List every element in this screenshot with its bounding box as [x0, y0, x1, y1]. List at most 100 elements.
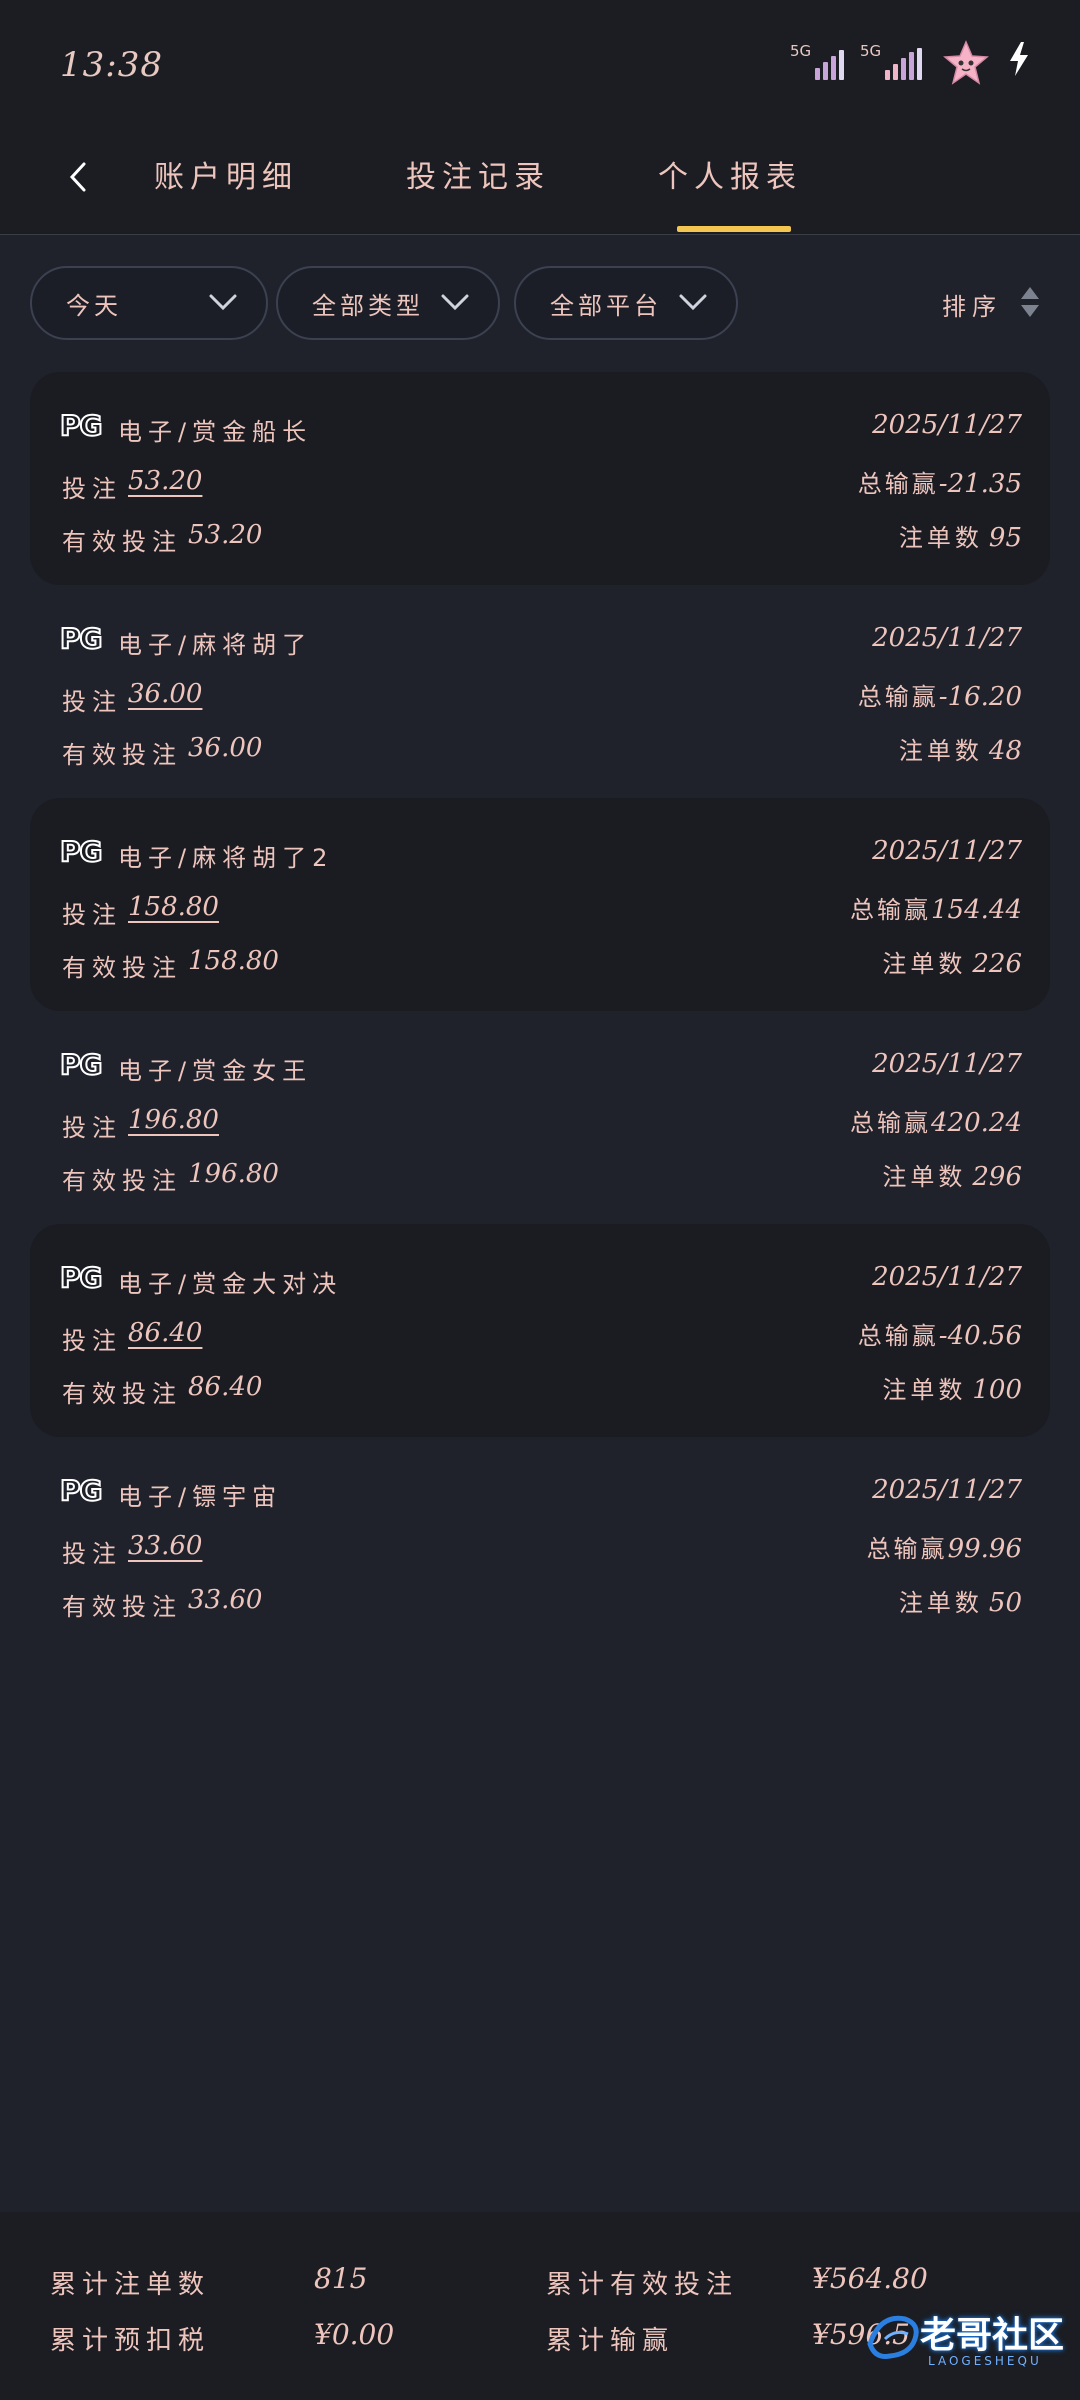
- tab-account-details[interactable]: 账户明细: [154, 150, 298, 206]
- total-valid-bet-value: ¥564.80: [812, 2262, 928, 2295]
- status-icons: 5G 5G: [790, 38, 1030, 88]
- watermark-subtext: LAOGESHEQU: [928, 2354, 1042, 2368]
- chevron-down-icon: [208, 290, 238, 314]
- bet-amount: 53.20: [128, 466, 203, 496]
- order-count: 注单数 50: [899, 1583, 1022, 1618]
- orders-label: 注单数: [898, 737, 983, 765]
- platform-filter-label: 全部平台: [550, 292, 662, 320]
- active-tab-indicator: [677, 226, 791, 232]
- report-row[interactable]: PG 电子/赏金大对决 2025/11/27 投注 86.40 有效投注 86.…: [30, 1224, 1050, 1437]
- tax-value: ¥0.00: [314, 2318, 395, 2351]
- tab-bet-records[interactable]: 投注记录: [406, 150, 550, 206]
- orders-value: 100: [972, 1375, 1022, 1405]
- total-winloss: 总输赢420.24: [850, 1103, 1022, 1138]
- report-row[interactable]: PG 电子/赏金船长 2025/11/27 投注 53.20 有效投注 53.2…: [30, 372, 1050, 585]
- order-count: 注单数 296: [882, 1157, 1022, 1192]
- valid-bet-amount: 158.80: [188, 946, 279, 976]
- valid-bet-label: 有效投注: [62, 954, 182, 982]
- charging-icon: [1008, 42, 1030, 84]
- platform-filter-dropdown[interactable]: 全部平台: [514, 266, 738, 340]
- winloss-value: 99.96: [947, 1534, 1022, 1564]
- winloss-label: 总输赢: [850, 896, 932, 924]
- clock: 13:38: [60, 45, 163, 85]
- orders-label: 注单数: [882, 950, 967, 978]
- bet-amount: 86.40: [128, 1318, 203, 1348]
- valid-bet-amount: 53.20: [188, 520, 263, 550]
- bet-label: 投注: [62, 1540, 122, 1568]
- game-name: 电子/赏金大对决: [118, 1270, 343, 1298]
- valid-bet-amount: 33.60: [188, 1585, 263, 1615]
- bet-label: 投注: [62, 901, 122, 929]
- signal-icon: 5G: [790, 42, 846, 80]
- total-winloss: 总输赢-40.56: [858, 1316, 1022, 1351]
- bet-label: 投注: [62, 475, 122, 503]
- network-type-label: 5G: [860, 42, 882, 60]
- back-arrow-icon[interactable]: [58, 152, 98, 202]
- orders-value: 226: [972, 949, 1022, 979]
- signal-icon: 5G: [860, 42, 924, 80]
- orders-label: 注单数: [882, 1376, 967, 1404]
- orders-label: 注单数: [898, 1589, 983, 1617]
- valid-bet-amount: 86.40: [188, 1372, 263, 1402]
- total-winloss: 总输赢-16.20: [858, 677, 1022, 712]
- total-winloss-label: 累计输赢: [546, 2326, 675, 2356]
- bet-label: 投注: [62, 1114, 122, 1142]
- star-avatar-icon: [942, 39, 990, 87]
- top-navigation: 账户明细 投注记录 个人报表: [0, 130, 1080, 235]
- bet-label: 投注: [62, 688, 122, 716]
- record-date: 2025/11/27: [872, 1049, 1022, 1079]
- winloss-label: 总输赢: [857, 683, 939, 711]
- watermark-text: 老哥社区: [920, 2315, 1065, 2356]
- pg-logo: PG: [59, 834, 103, 869]
- orders-value: 50: [988, 1588, 1022, 1618]
- record-date: 2025/11/27: [872, 410, 1022, 440]
- type-filter-dropdown[interactable]: 全部类型: [276, 266, 500, 340]
- winloss-label: 总输赢: [857, 1322, 939, 1350]
- bet-amount: 158.80: [128, 892, 219, 922]
- winloss-label: 总输赢: [850, 1109, 932, 1137]
- tab-personal-report[interactable]: 个人报表: [658, 150, 802, 206]
- orders-value: 48: [988, 736, 1022, 766]
- record-date: 2025/11/27: [872, 1262, 1022, 1292]
- record-date: 2025/11/27: [872, 623, 1022, 653]
- pg-logo: PG: [59, 621, 103, 656]
- total-orders-label: 累计注单数: [50, 2270, 211, 2300]
- valid-bet-label: 有效投注: [62, 741, 182, 769]
- total-winloss: 总输赢154.44: [850, 890, 1022, 925]
- winloss-value: 154.44: [931, 895, 1022, 925]
- valid-bet-amount: 196.80: [188, 1159, 279, 1189]
- valid-bet-label: 有效投注: [62, 1380, 182, 1408]
- report-row[interactable]: PG 电子/麻将胡了 2025/11/27 投注 36.00 有效投注 36.0…: [30, 585, 1050, 798]
- report-row[interactable]: PG 电子/镖宇宙 2025/11/27 投注 33.60 有效投注 33.60…: [30, 1437, 1050, 1650]
- status-bar: 13:38 5G 5G: [0, 0, 1080, 130]
- sort-label: 排序: [942, 292, 1002, 321]
- valid-bet-label: 有效投注: [62, 528, 182, 556]
- bet-amount: 36.00: [128, 679, 203, 709]
- tax-label: 累计预扣税: [50, 2326, 211, 2356]
- record-date: 2025/11/27: [872, 1475, 1022, 1505]
- pg-logo: PG: [59, 1047, 103, 1082]
- chevron-down-icon: [678, 290, 708, 314]
- sort-arrows-icon: [1020, 285, 1040, 323]
- report-row[interactable]: PG 电子/麻将胡了2 2025/11/27 投注 158.80 有效投注 15…: [30, 798, 1050, 1011]
- report-row[interactable]: PG 电子/赏金女王 2025/11/27 投注 196.80 有效投注 196…: [30, 1011, 1050, 1224]
- game-name: 电子/赏金女王: [118, 1057, 313, 1085]
- sort-button[interactable]: 排序: [942, 282, 1040, 326]
- total-valid-bet-label: 累计有效投注: [546, 2270, 739, 2300]
- game-name: 电子/赏金船长: [118, 418, 313, 446]
- winloss-value: 420.24: [931, 1108, 1022, 1138]
- time-filter-dropdown[interactable]: 今天: [30, 266, 268, 340]
- game-name: 电子/镖宇宙: [118, 1483, 283, 1511]
- order-count: 注单数 226: [882, 944, 1022, 979]
- orders-value: 95: [988, 523, 1022, 553]
- pg-logo: PG: [59, 1260, 103, 1295]
- chevron-down-icon: [440, 290, 470, 314]
- winloss-label: 总输赢: [866, 1535, 948, 1563]
- order-count: 注单数 48: [899, 731, 1022, 766]
- valid-bet-label: 有效投注: [62, 1593, 182, 1621]
- time-filter-label: 今天: [66, 292, 122, 320]
- pg-logo: PG: [59, 408, 103, 443]
- bet-amount: 196.80: [128, 1105, 219, 1135]
- order-count: 注单数 100: [882, 1370, 1022, 1405]
- bet-label: 投注: [62, 1327, 122, 1355]
